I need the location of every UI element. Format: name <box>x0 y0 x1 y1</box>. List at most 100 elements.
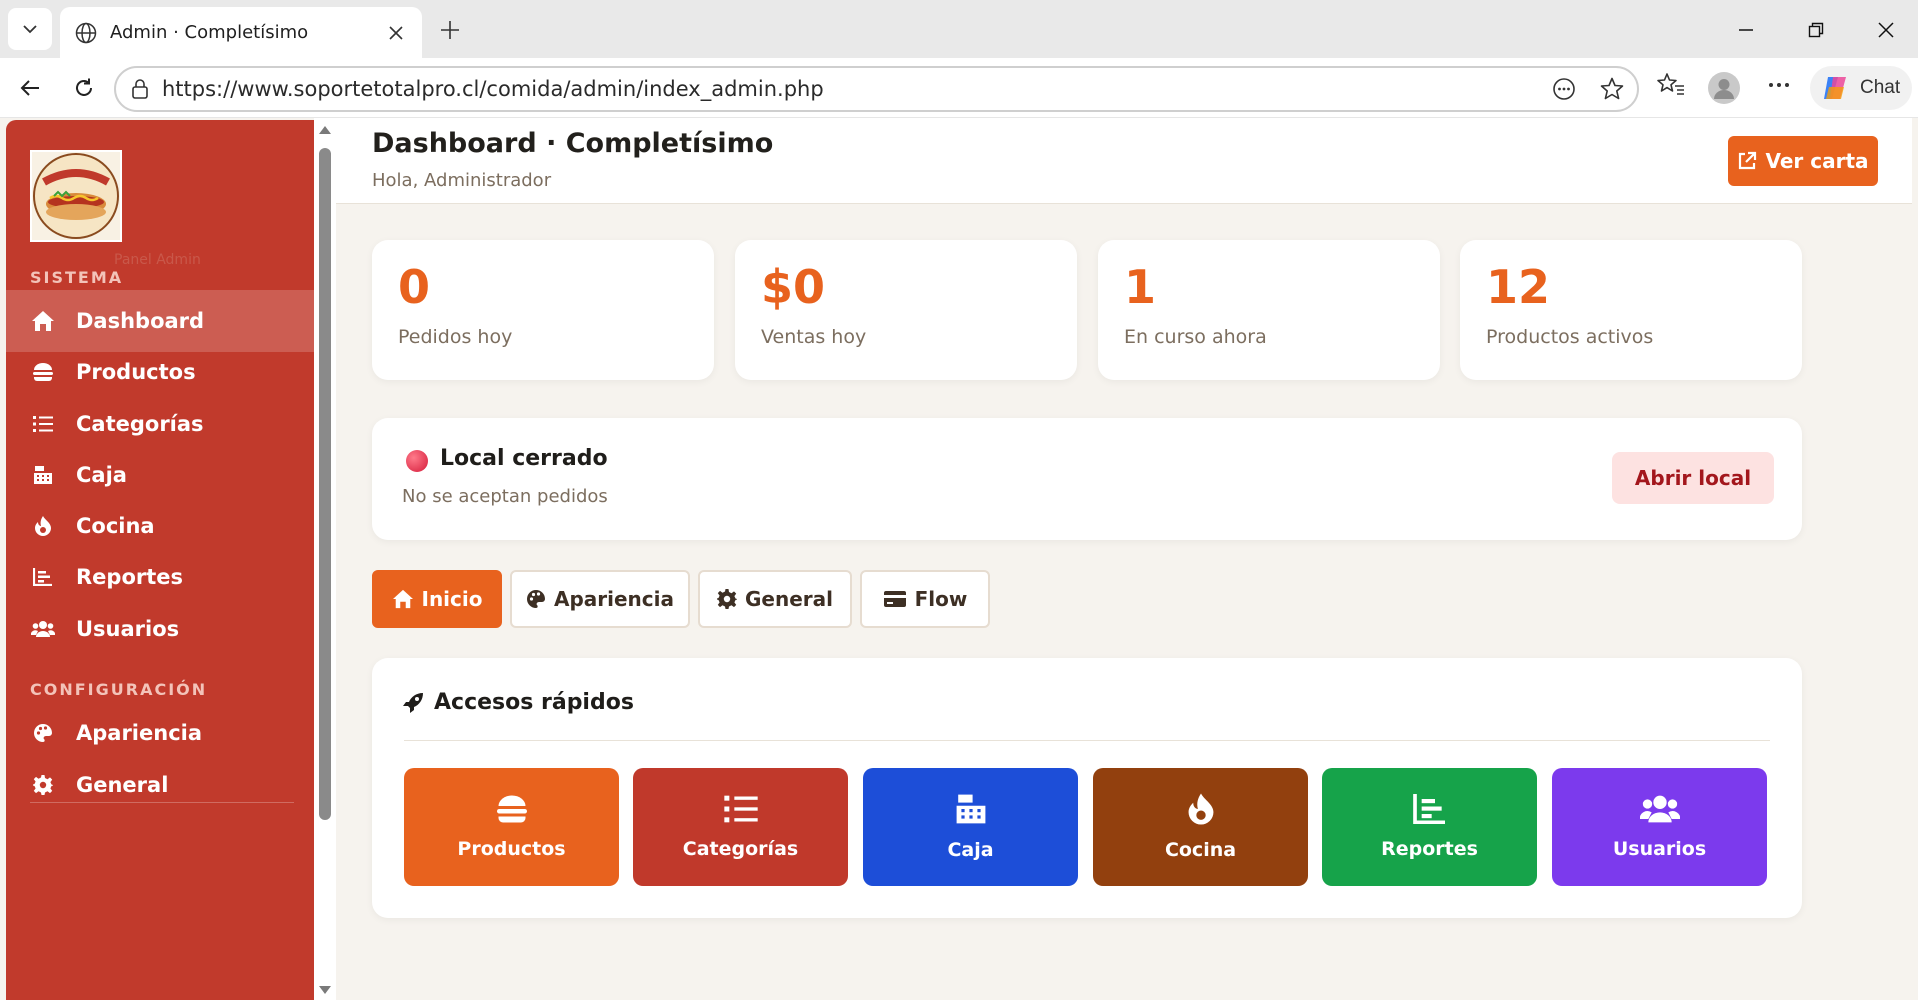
quick-categorias-button[interactable]: Categorías <box>633 768 848 886</box>
stat-card-productos: 12 Productos activos <box>1460 240 1802 380</box>
quick-access-card: Accesos rápidos Productos Categorías Caj… <box>372 658 1802 918</box>
close-tab-icon[interactable] <box>384 21 408 45</box>
tab-general[interactable]: General <box>698 570 852 628</box>
sidebar-item-label: Caja <box>76 463 127 487</box>
section-label-configuracion: CONFIGURACIÓN <box>30 680 208 699</box>
restore-icon[interactable] <box>1800 14 1832 46</box>
tab-list-button[interactable] <box>8 8 52 50</box>
chart-icon <box>1412 794 1445 824</box>
local-status-title: Local cerrado <box>440 446 608 471</box>
ver-carta-button[interactable]: Ver carta <box>1728 136 1878 186</box>
back-icon[interactable] <box>12 70 48 106</box>
tab-label: Inicio <box>421 587 483 611</box>
users-icon <box>1639 795 1680 823</box>
stat-value: 1 <box>1124 260 1157 314</box>
scroll-down-arrow[interactable] <box>319 986 331 994</box>
quick-access-title-text: Accesos rápidos <box>434 690 634 715</box>
quick-productos-button[interactable]: Productos <box>404 768 619 886</box>
tab-label: Apariencia <box>553 587 675 611</box>
tab-title: Admin · Completísimo <box>110 22 309 43</box>
profile-avatar-icon[interactable] <box>1708 72 1740 104</box>
chevron-down-icon <box>23 25 37 34</box>
stat-label: En curso ahora <box>1124 326 1267 348</box>
quick-reportes-button[interactable]: Reportes <box>1322 768 1537 886</box>
divider <box>404 740 1770 741</box>
quick-button-label: Usuarios <box>1612 838 1707 860</box>
tab-apariencia[interactable]: Apariencia <box>510 570 690 628</box>
scroll-up-arrow[interactable] <box>319 126 331 134</box>
minimize-icon[interactable] <box>1730 14 1762 46</box>
copilot-chat-button[interactable]: Chat <box>1810 66 1912 110</box>
quick-cocina-button[interactable]: Cocina <box>1093 768 1308 886</box>
stat-value: 0 <box>398 260 431 314</box>
palette-icon <box>30 720 56 746</box>
local-status-card: Local cerrado No se aceptan pedidos Abri… <box>372 418 1802 540</box>
tab-flow[interactable]: Flow <box>860 570 990 628</box>
page-subtitle: Hola, Administrador <box>372 170 552 191</box>
burger-icon <box>496 795 527 823</box>
tab-label: Flow <box>914 587 968 611</box>
app: Panel Admin SISTEMA Dashboard Productos … <box>0 118 1918 1000</box>
quick-button-label: Categorías <box>682 838 799 860</box>
chart-icon <box>30 564 56 590</box>
gear-icon <box>717 589 737 609</box>
home-icon <box>392 589 413 609</box>
palette-icon <box>526 590 545 608</box>
quick-access-title: Accesos rápidos <box>402 690 634 715</box>
cash-register-icon <box>30 462 56 488</box>
browser-tab-bar: Admin · Completísimo <box>0 0 1918 58</box>
sidebar-item-label: Cocina <box>76 514 155 538</box>
reload-icon[interactable] <box>66 70 102 106</box>
logo <box>30 150 122 242</box>
sidebar-scrollbar[interactable] <box>314 118 336 1000</box>
stat-value: $0 <box>761 260 826 314</box>
page-title: Dashboard · Completísimo <box>372 128 774 159</box>
favorite-star-icon[interactable] <box>1597 74 1627 104</box>
address-toolbar: https://www.soportetotalpro.cl/comida/ad… <box>0 58 1918 118</box>
quick-usuarios-button[interactable]: Usuarios <box>1552 768 1767 886</box>
sidebar-item-label: Apariencia <box>76 721 203 745</box>
external-link-icon <box>1739 151 1757 170</box>
stat-label: Ventas hoy <box>761 326 867 348</box>
sidebar-item-general[interactable]: General <box>6 754 314 816</box>
stat-card-pedidos: 0 Pedidos hoy <box>372 240 714 380</box>
globe-icon <box>75 22 97 43</box>
reading-view-icon[interactable] <box>1549 74 1579 104</box>
cash-register-icon <box>956 794 985 824</box>
more-options-icon[interactable] <box>1764 70 1794 100</box>
url-bar[interactable]: https://www.soportetotalpro.cl/comida/ad… <box>114 66 1639 112</box>
home-icon <box>30 308 56 334</box>
abrir-local-button[interactable]: Abrir local <box>1612 452 1774 504</box>
sidebar: Panel Admin SISTEMA Dashboard Productos … <box>6 120 314 1000</box>
close-window-icon[interactable] <box>1870 14 1902 46</box>
stat-card-en-curso: 1 En curso ahora <box>1098 240 1440 380</box>
chat-label: Chat <box>1860 77 1901 98</box>
quick-caja-button[interactable]: Caja <box>863 768 1078 886</box>
new-tab-icon[interactable] <box>434 14 466 46</box>
scroll-thumb[interactable] <box>319 148 331 820</box>
stat-value: 12 <box>1486 260 1551 314</box>
favorites-icon[interactable] <box>1656 70 1686 100</box>
tab-inicio[interactable]: Inicio <box>372 570 502 628</box>
sidebar-item-label: Productos <box>76 360 196 384</box>
list-icon <box>30 411 56 437</box>
sidebar-item-usuarios[interactable]: Usuarios <box>6 598 314 660</box>
rocket-icon <box>403 692 423 713</box>
gear-icon <box>30 772 56 798</box>
fire-icon <box>30 513 56 539</box>
lock-icon <box>132 79 148 99</box>
tab-label: General <box>745 587 833 611</box>
sidebar-item-label: Usuarios <box>76 617 180 641</box>
credit-card-icon <box>883 591 906 607</box>
quick-button-label: Reportes <box>1381 838 1478 860</box>
section-label-sistema: SISTEMA <box>30 268 124 287</box>
list-icon <box>723 795 758 823</box>
sidebar-item-label: General <box>76 773 169 797</box>
topbar: Dashboard · Completísimo Hola, Administr… <box>336 118 1912 204</box>
stat-label: Pedidos hoy <box>398 326 513 348</box>
sidebar-item-label: Dashboard <box>76 309 205 333</box>
sidebar-item-label: Reportes <box>76 565 184 589</box>
browser-tab[interactable]: Admin · Completísimo <box>60 7 422 58</box>
status-dot-icon <box>406 450 428 472</box>
sidebar-item-label: Categorías <box>76 412 204 436</box>
